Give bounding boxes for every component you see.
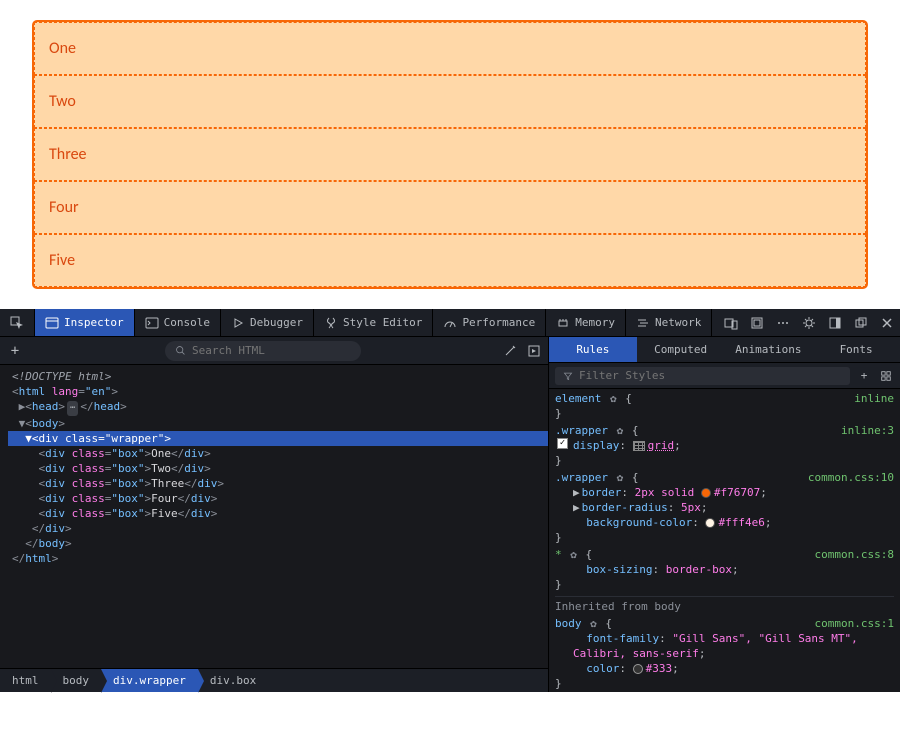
settings-button[interactable] bbox=[796, 309, 822, 336]
style-editor-icon bbox=[324, 316, 338, 330]
dom-html-open[interactable]: <html lang="en"> bbox=[8, 384, 548, 399]
dom-box-line[interactable]: <div class="box">Five</div> bbox=[8, 506, 548, 521]
dom-box-line[interactable]: <div class="box">Three</div> bbox=[8, 476, 548, 491]
animations-tab[interactable]: Animations bbox=[725, 337, 813, 362]
dock-side-button[interactable] bbox=[822, 309, 848, 336]
decl-border-radius[interactable]: ▶border-radius: 5px; bbox=[555, 500, 894, 515]
dom-doctype[interactable]: <!DOCTYPE html> bbox=[8, 369, 548, 384]
decl-box-sizing[interactable]: box-sizing: border-box; bbox=[555, 562, 894, 577]
rule-element-inline[interactable]: element ✿ {inline } bbox=[555, 391, 894, 421]
debugger-label: Debugger bbox=[250, 316, 303, 329]
pick-element-icon bbox=[10, 316, 24, 330]
performance-label: Performance bbox=[462, 316, 535, 329]
separate-window-button[interactable] bbox=[848, 309, 874, 336]
color-swatch-icon[interactable] bbox=[701, 488, 711, 498]
rules-tab[interactable]: Rules bbox=[549, 337, 637, 362]
network-tab[interactable]: Network bbox=[626, 309, 712, 336]
dom-wrapper-close[interactable]: </div> bbox=[8, 521, 548, 536]
devtools-toolbar: Inspector Console Debugger Style Editor … bbox=[0, 309, 900, 337]
close-devtools-button[interactable] bbox=[874, 309, 900, 336]
grid-icon[interactable] bbox=[633, 441, 645, 451]
dom-head[interactable]: ▶<head>⋯</head> bbox=[8, 399, 548, 416]
dom-box-line[interactable]: <div class="box">Two</div> bbox=[8, 461, 548, 476]
performance-icon bbox=[443, 316, 457, 330]
search-icon bbox=[175, 345, 186, 356]
inspector-tab[interactable]: Inspector bbox=[35, 309, 135, 336]
filter-row: + bbox=[549, 363, 900, 389]
network-label: Network bbox=[655, 316, 701, 329]
grid-box: One bbox=[34, 22, 866, 75]
fonts-tab[interactable]: Fonts bbox=[812, 337, 900, 362]
dom-wrapper-open[interactable]: ▼<div class="wrapper"> bbox=[8, 431, 548, 446]
toggle-classes-button[interactable] bbox=[878, 368, 894, 384]
grid-box: Three bbox=[34, 128, 866, 181]
decl-font-family[interactable]: font-family: "Gill Sans", "Gill Sans MT"… bbox=[555, 631, 894, 661]
rules-pane[interactable]: element ✿ {inline } .wrapper ✿ {inline:3… bbox=[549, 389, 900, 692]
decl-border[interactable]: ▶border: 2px solid #f76707; bbox=[555, 485, 894, 500]
console-icon bbox=[145, 316, 159, 330]
decl-display[interactable]: ✓display: grid; bbox=[555, 438, 894, 453]
rules-tablist: Rules Computed Animations Fonts bbox=[549, 337, 900, 363]
rule-body[interactable]: body ✿ {common.css:1 font-family: "Gill … bbox=[555, 616, 894, 691]
add-node-button[interactable]: + bbox=[6, 342, 24, 360]
breadcrumb-wrapper[interactable]: div.wrapper bbox=[101, 669, 198, 692]
rule-star[interactable]: * ✿ {common.css:8 box-sizing: border-box… bbox=[555, 547, 894, 592]
dom-body-open[interactable]: ▼<body> bbox=[8, 416, 548, 431]
rendered-page: One Two Three Four Five bbox=[0, 0, 900, 309]
memory-tab[interactable]: Memory bbox=[546, 309, 626, 336]
dom-box-line[interactable]: <div class="box">One</div> bbox=[8, 446, 548, 461]
dom-body-close[interactable]: </body> bbox=[8, 536, 548, 551]
console-tab[interactable]: Console bbox=[135, 309, 221, 336]
dom-tree[interactable]: <!DOCTYPE html> <html lang="en"> ▶<head>… bbox=[0, 365, 548, 668]
breadcrumb-box[interactable]: div.box bbox=[198, 669, 268, 692]
memory-label: Memory bbox=[575, 316, 615, 329]
decl-color[interactable]: color: #333; bbox=[555, 661, 894, 676]
customize-button[interactable] bbox=[770, 309, 796, 336]
style-editor-label: Style Editor bbox=[343, 316, 422, 329]
rule-wrapper[interactable]: .wrapper ✿ {common.css:10 ▶border: 2px s… bbox=[555, 470, 894, 545]
grid-box: Five bbox=[34, 234, 866, 287]
inspector-icon bbox=[45, 316, 59, 330]
decl-background-color[interactable]: background-color: #fff4e6; bbox=[555, 515, 894, 530]
iframe-picker-button[interactable] bbox=[744, 309, 770, 336]
dom-box-line[interactable]: <div class="box">Four</div> bbox=[8, 491, 548, 506]
memory-icon bbox=[556, 316, 570, 330]
add-rule-button[interactable]: + bbox=[856, 368, 872, 384]
grid-wrapper: One Two Three Four Five bbox=[32, 20, 868, 289]
debugger-tab[interactable]: Debugger bbox=[221, 309, 314, 336]
breadcrumb-bar: html body div.wrapper div.box bbox=[0, 668, 548, 692]
rules-panel: Rules Computed Animations Fonts + elemen… bbox=[549, 337, 900, 692]
debugger-icon bbox=[231, 316, 245, 330]
computed-tab[interactable]: Computed bbox=[637, 337, 725, 362]
filter-icon bbox=[563, 371, 573, 381]
rule-wrapper-inline[interactable]: .wrapper ✿ {inline:3 ✓display: grid; } bbox=[555, 423, 894, 468]
eyedropper-button[interactable] bbox=[502, 343, 518, 359]
breadcrumb-body[interactable]: body bbox=[51, 669, 102, 692]
grid-box: Two bbox=[34, 75, 866, 128]
performance-tab[interactable]: Performance bbox=[433, 309, 546, 336]
color-swatch-icon[interactable] bbox=[705, 518, 715, 528]
style-editor-tab[interactable]: Style Editor bbox=[314, 309, 433, 336]
console-label: Console bbox=[164, 316, 210, 329]
inspector-label: Inspector bbox=[64, 316, 124, 329]
responsive-mode-button[interactable] bbox=[718, 309, 744, 336]
dom-html-close[interactable]: </html> bbox=[8, 551, 548, 566]
search-html-input[interactable] bbox=[192, 344, 351, 357]
breadcrumb-html[interactable]: html bbox=[0, 669, 51, 692]
inherited-from-label: Inherited from body bbox=[555, 596, 894, 616]
devtools-panel: Inspector Console Debugger Style Editor … bbox=[0, 309, 900, 692]
toggle-split-console-button[interactable] bbox=[526, 343, 542, 359]
grid-box: Four bbox=[34, 181, 866, 234]
color-swatch-icon[interactable] bbox=[633, 664, 643, 674]
dom-subbar: + bbox=[0, 337, 548, 365]
search-html-field[interactable] bbox=[165, 341, 361, 361]
filter-styles-field[interactable] bbox=[555, 367, 850, 385]
network-icon bbox=[636, 316, 650, 330]
filter-styles-input[interactable] bbox=[579, 369, 842, 382]
pick-element-button[interactable] bbox=[0, 309, 35, 336]
dom-panel: + <!DOCTYPE html> <html lang="en"> ▶<hea… bbox=[0, 337, 549, 692]
